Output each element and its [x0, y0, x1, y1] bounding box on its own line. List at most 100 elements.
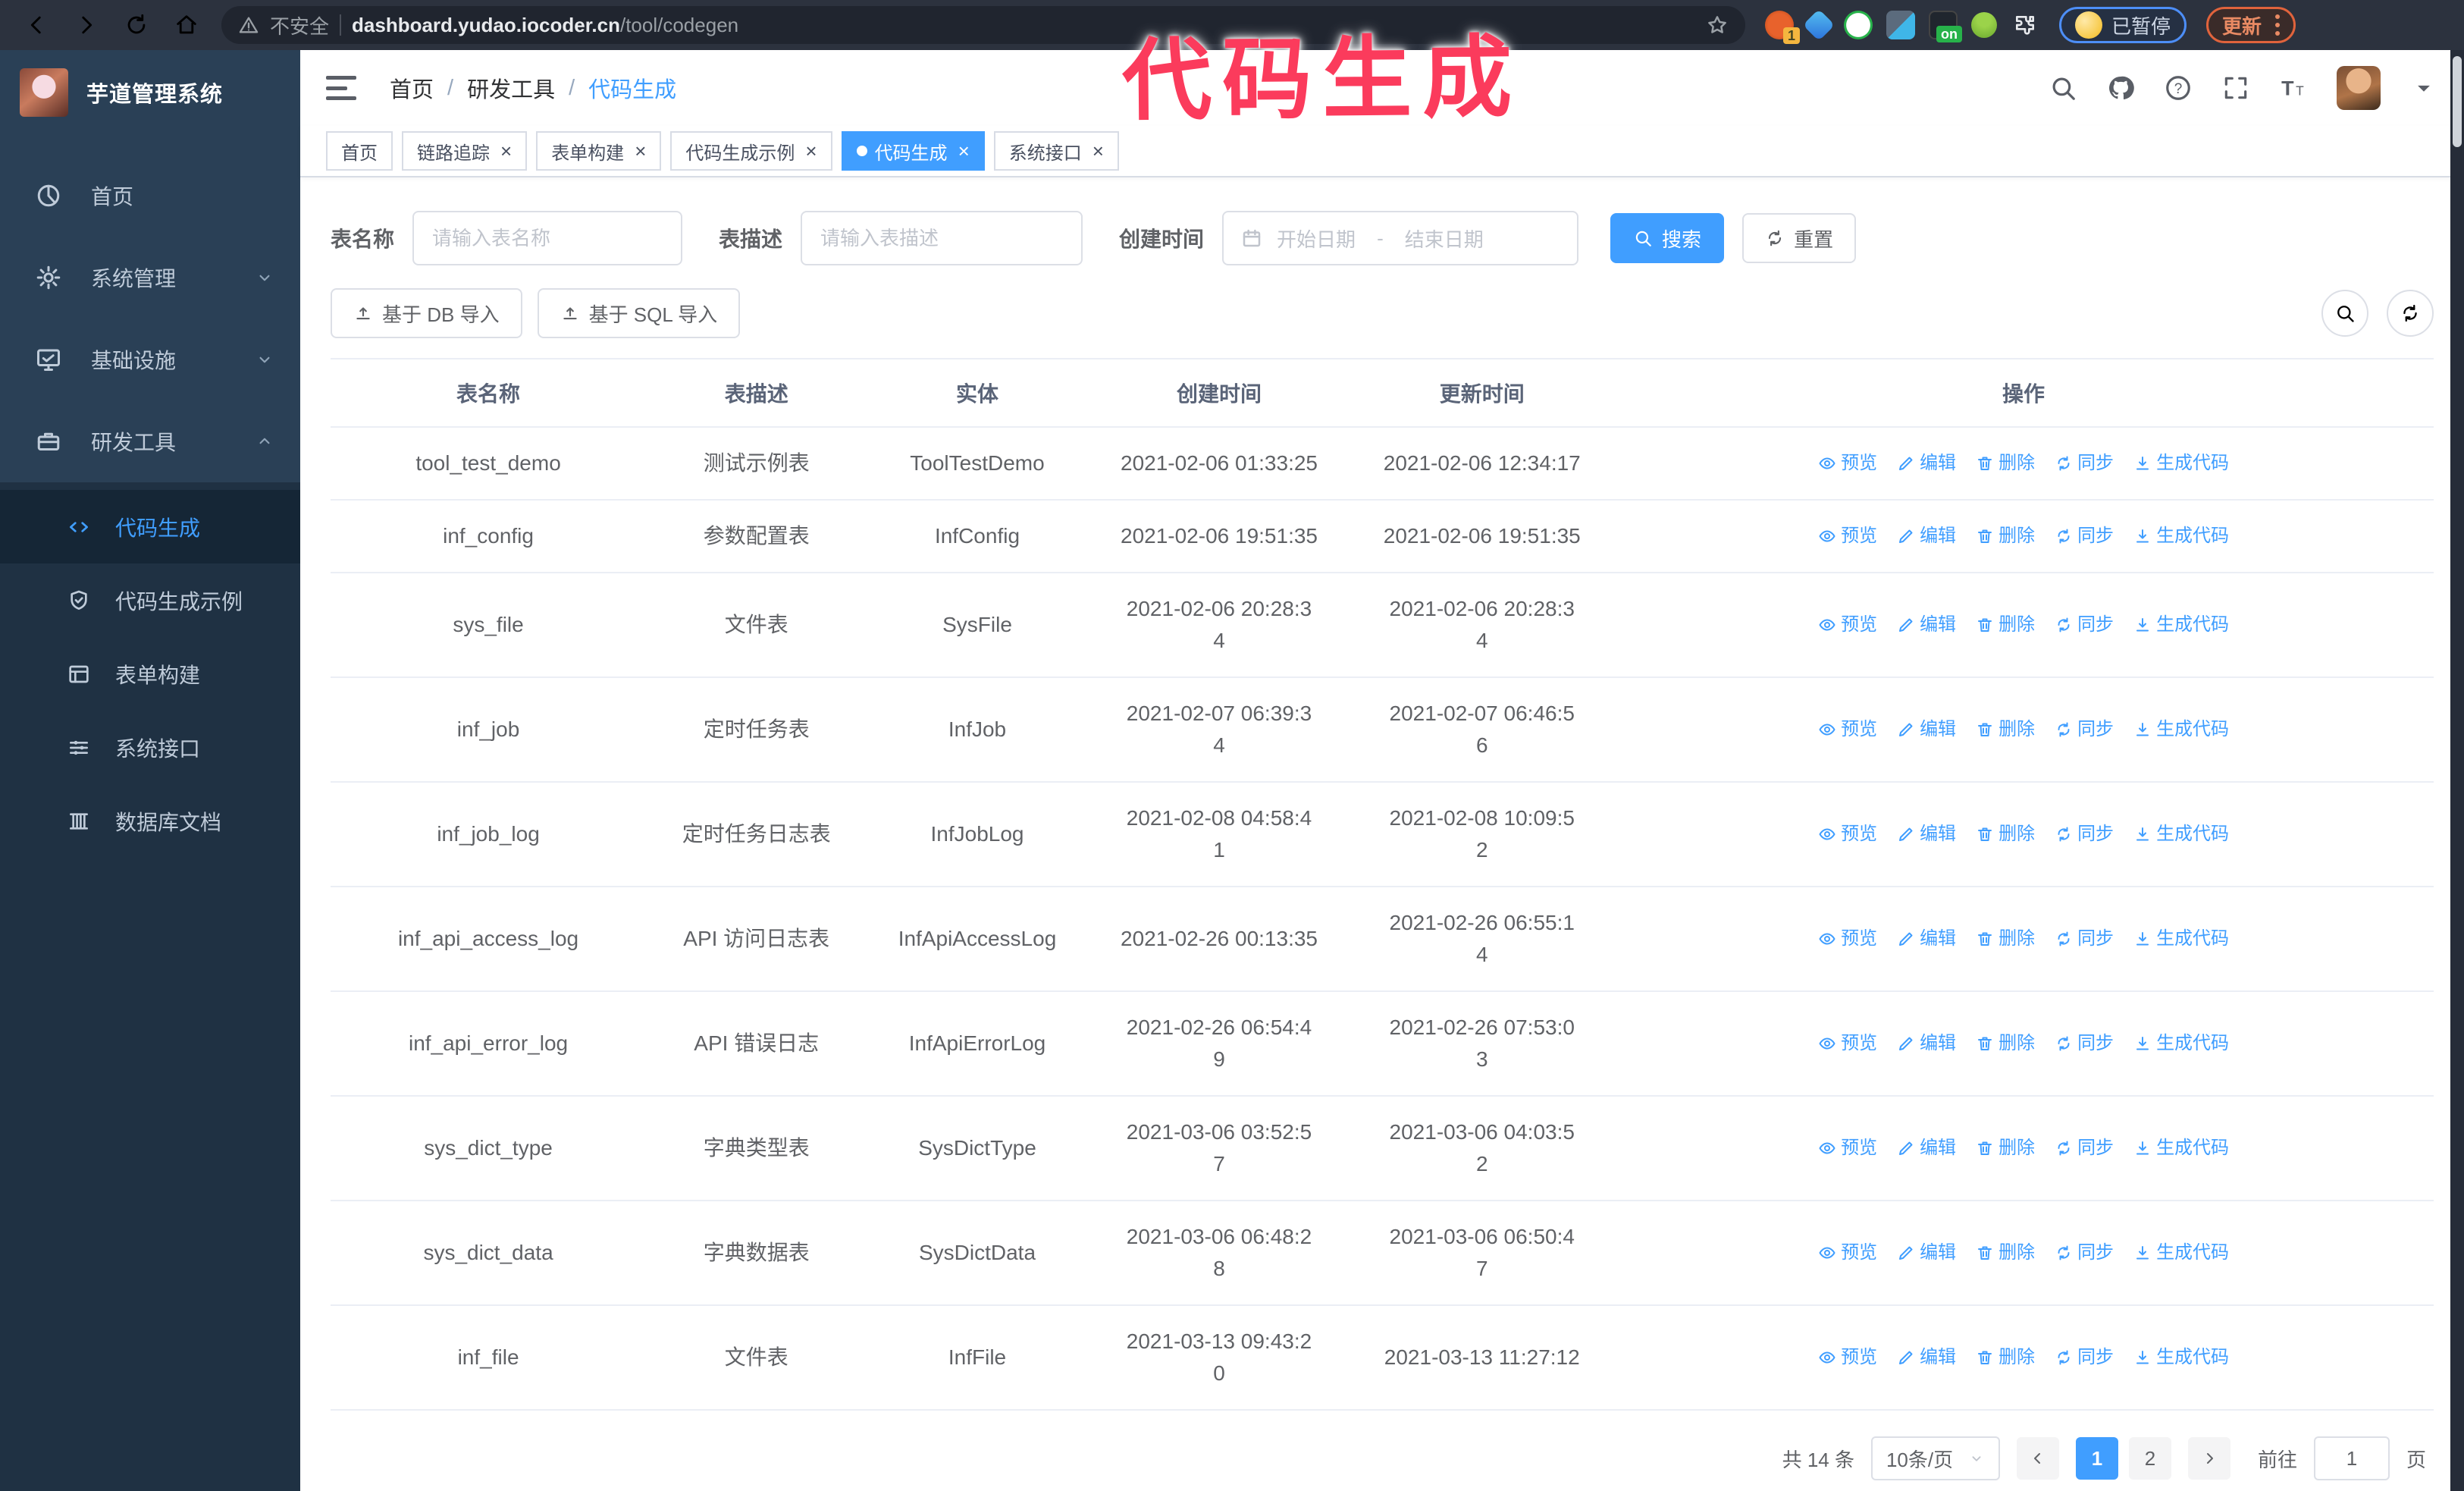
action-sync-link[interactable]: 同步	[2055, 1342, 2114, 1373]
table-row[interactable]: inf_config 参数配置表 InfConfig 2021-02-06 19:51…	[331, 500, 2434, 573]
start-date-placeholder[interactable]: 开始日期	[1277, 224, 1356, 253]
action-edit-link[interactable]: 编辑	[1897, 818, 1956, 850]
action-edit-link[interactable]: 编辑	[1897, 1132, 1956, 1164]
action-delete-link[interactable]: 删除	[1976, 923, 2035, 955]
table-row[interactable]: sys_file 文件表 SysFile 2021-02-06 20:28:3 4 20…	[331, 573, 2434, 678]
reset-button[interactable]: 重置	[1742, 213, 1857, 263]
action-edit-link[interactable]: 编辑	[1897, 714, 1956, 746]
tab-0[interactable]: 首页	[326, 131, 393, 171]
action-eye-link[interactable]: 预览	[1818, 714, 1877, 746]
action-download-link[interactable]: 生成代码	[2133, 714, 2229, 746]
sidebar-item-0[interactable]: 首页	[0, 155, 300, 237]
action-eye-link[interactable]: 预览	[1818, 1132, 1877, 1164]
action-edit-link[interactable]: 编辑	[1897, 1342, 1956, 1373]
action-download-link[interactable]: 生成代码	[2133, 1237, 2229, 1269]
close-icon[interactable]: ×	[635, 140, 646, 163]
extension-icon-5[interactable]: on	[1929, 11, 1962, 42]
action-download-link[interactable]: 生成代码	[2133, 520, 2229, 552]
action-eye-link[interactable]: 预览	[1818, 447, 1877, 479]
submenu-item-3[interactable]: 系统接口	[0, 711, 300, 784]
tab-3[interactable]: 代码生成示例 ×	[670, 131, 832, 171]
action-download-link[interactable]: 生成代码	[2133, 1342, 2229, 1373]
import-db-button[interactable]: 基于 DB 导入	[331, 288, 522, 338]
help-icon[interactable]: ?	[2164, 74, 2193, 102]
extension-icon-3[interactable]	[1844, 11, 1873, 39]
tab-2[interactable]: 表单构建 ×	[536, 131, 662, 171]
extension-icon-6[interactable]	[1971, 12, 1997, 38]
fullscreen-icon[interactable]	[2221, 74, 2250, 102]
forward-icon[interactable]	[71, 10, 102, 40]
action-delete-link[interactable]: 删除	[1976, 1028, 2035, 1059]
action-eye-link[interactable]: 预览	[1818, 1028, 1877, 1059]
action-download-link[interactable]: 生成代码	[2133, 447, 2229, 479]
action-sync-link[interactable]: 同步	[2055, 714, 2114, 746]
page-button-2[interactable]: 2	[2128, 1437, 2171, 1480]
action-sync-link[interactable]: 同步	[2055, 818, 2114, 850]
goto-page-input[interactable]	[2313, 1436, 2390, 1480]
search-icon[interactable]	[2049, 74, 2077, 102]
action-eye-link[interactable]: 预览	[1818, 923, 1877, 955]
action-eye-link[interactable]: 预览	[1818, 818, 1877, 850]
action-download-link[interactable]: 生成代码	[2133, 923, 2229, 955]
close-icon[interactable]: ×	[805, 140, 817, 163]
bookmark-star-icon[interactable]	[1706, 14, 1729, 36]
action-eye-link[interactable]: 预览	[1818, 520, 1877, 552]
tab-1[interactable]: 链路追踪 ×	[402, 131, 528, 171]
close-icon[interactable]: ×	[500, 140, 512, 163]
sidebar-item-2[interactable]: 基础设施	[0, 319, 300, 400]
sidebar-logo-row[interactable]: 芋道管理系统	[0, 50, 300, 135]
action-edit-link[interactable]: 编辑	[1897, 447, 1956, 479]
home-icon[interactable]	[171, 10, 202, 40]
action-sync-link[interactable]: 同步	[2055, 1132, 2114, 1164]
action-edit-link[interactable]: 编辑	[1897, 923, 1956, 955]
action-sync-link[interactable]: 同步	[2055, 1237, 2114, 1269]
import-sql-button[interactable]: 基于 SQL 导入	[537, 288, 741, 338]
submenu-item-4[interactable]: 数据库文档	[0, 784, 300, 858]
action-eye-link[interactable]: 预览	[1818, 1342, 1877, 1373]
table-row[interactable]: inf_api_access_log API 访问日志表 InfApiAccessL…	[331, 887, 2434, 992]
extension-icon-2[interactable]	[1802, 8, 1835, 42]
table-desc-input[interactable]	[801, 211, 1083, 265]
font-size-icon[interactable]: TT	[2279, 74, 2308, 102]
action-download-link[interactable]: 生成代码	[2133, 609, 2229, 641]
browser-update-button[interactable]: 更新	[2206, 7, 2296, 43]
date-range-picker[interactable]: 开始日期 - 结束日期	[1222, 211, 1579, 265]
table-row[interactable]: inf_job 定时任务表 InfJob 2021-02-07 06:39:3 4 20…	[331, 677, 2434, 783]
sidebar-item-1[interactable]: 系统管理	[0, 237, 300, 319]
toggle-search-button[interactable]	[2321, 290, 2368, 337]
next-page-button[interactable]	[2187, 1437, 2230, 1480]
github-icon[interactable]	[2106, 74, 2135, 102]
action-delete-link[interactable]: 删除	[1976, 714, 2035, 746]
puzzle-extensions-icon[interactable]	[2011, 11, 2039, 39]
table-row[interactable]: tool_test_demo 测试示例表 ToolTestDemo 2021-02-0…	[331, 427, 2434, 501]
action-download-link[interactable]: 生成代码	[2133, 818, 2229, 850]
table-row[interactable]: inf_api_error_log API 错误日志 InfApiErrorLog 2…	[331, 991, 2434, 1097]
action-delete-link[interactable]: 删除	[1976, 1342, 2035, 1373]
submenu-item-1[interactable]: 代码生成示例	[0, 563, 300, 637]
close-icon[interactable]: ×	[958, 140, 970, 163]
refresh-table-button[interactable]	[2387, 290, 2434, 337]
tab-5[interactable]: 系统接口 ×	[993, 131, 1119, 171]
scrollbar-thumb[interactable]	[2453, 56, 2462, 147]
breadcrumb-tools[interactable]: 研发工具	[467, 72, 555, 104]
sidebar-item-3[interactable]: 研发工具	[0, 400, 300, 482]
end-date-placeholder[interactable]: 结束日期	[1405, 224, 1484, 253]
action-sync-link[interactable]: 同步	[2055, 447, 2114, 479]
action-delete-link[interactable]: 删除	[1976, 520, 2035, 552]
prev-page-button[interactable]	[2016, 1437, 2059, 1480]
action-edit-link[interactable]: 编辑	[1897, 1237, 1956, 1269]
reload-icon[interactable]	[121, 10, 152, 40]
table-row[interactable]: sys_dict_data 字典数据表 SysDictData 2021-03-06 …	[331, 1201, 2434, 1306]
breadcrumb-home[interactable]: 首页	[390, 72, 434, 104]
table-row[interactable]: sys_dict_type 字典类型表 SysDictType 2021-03-06 …	[331, 1096, 2434, 1201]
browser-menu-icon[interactable]	[2275, 14, 2281, 36]
action-eye-link[interactable]: 预览	[1818, 609, 1877, 641]
search-button[interactable]: 搜索	[1610, 213, 1725, 263]
action-delete-link[interactable]: 删除	[1976, 1237, 2035, 1269]
action-delete-link[interactable]: 删除	[1976, 1132, 2035, 1164]
action-edit-link[interactable]: 编辑	[1897, 1028, 1956, 1059]
table-name-input[interactable]	[412, 211, 683, 265]
page-button-1[interactable]: 1	[2075, 1437, 2118, 1480]
action-delete-link[interactable]: 删除	[1976, 818, 2035, 850]
action-sync-link[interactable]: 同步	[2055, 1028, 2114, 1059]
